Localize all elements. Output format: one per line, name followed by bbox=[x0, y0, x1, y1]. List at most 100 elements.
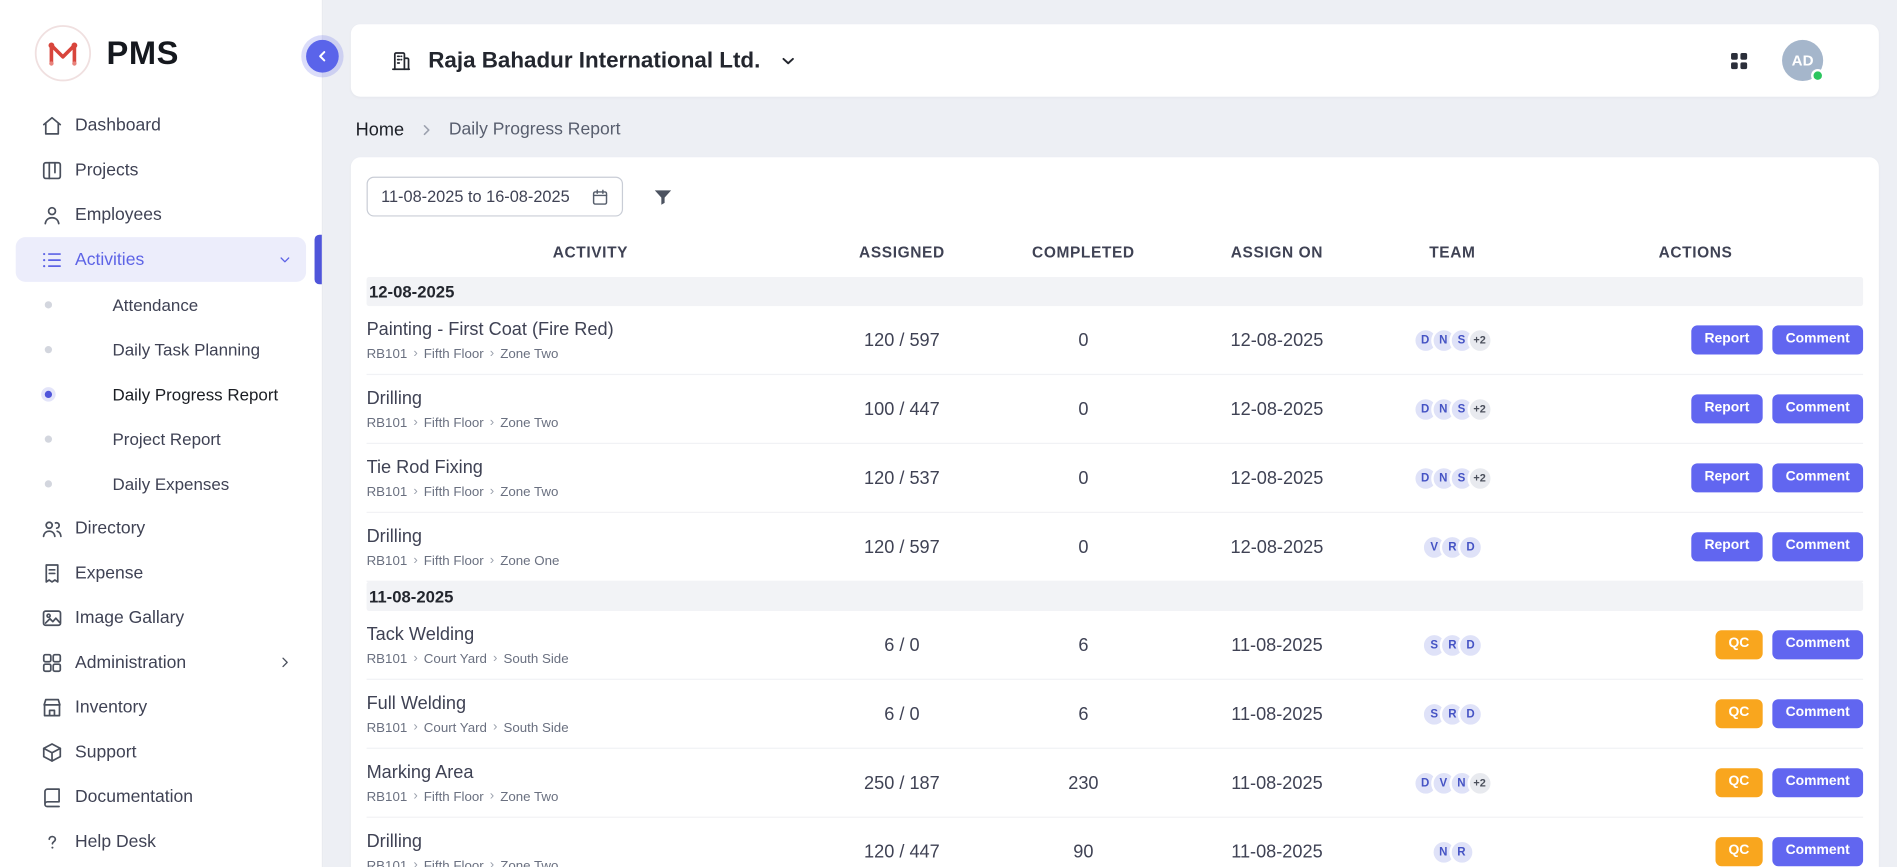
activity-row: Full WeldingRB101›Court Yard›South Side6… bbox=[367, 680, 1864, 749]
report-button[interactable]: Report bbox=[1691, 464, 1762, 492]
comment-button[interactable]: Comment bbox=[1772, 837, 1863, 865]
activity-cell: Tack WeldingRB101›Court Yard›South Side bbox=[367, 624, 815, 666]
employees-icon bbox=[40, 203, 64, 227]
sidebar-item-documentation[interactable]: Documentation bbox=[16, 774, 306, 819]
comment-button[interactable]: Comment bbox=[1772, 769, 1863, 797]
activity-cell: Marking Area RB101›Fifth Floor›Zone Two bbox=[367, 762, 815, 804]
administration-icon bbox=[40, 650, 64, 674]
date-group-row: 12-08-2025 bbox=[367, 277, 1864, 306]
comment-button[interactable]: Comment bbox=[1772, 631, 1863, 659]
assign-on-value: 12-08-2025 bbox=[1177, 330, 1377, 351]
qc-button[interactable]: QC bbox=[1715, 769, 1762, 797]
sidebar-item-expense[interactable]: Expense bbox=[16, 550, 306, 595]
sidebar-item-support[interactable]: Support bbox=[16, 730, 306, 775]
dashboard-icon bbox=[40, 113, 64, 137]
report-button[interactable]: Report bbox=[1691, 326, 1762, 354]
qc-button[interactable]: QC bbox=[1715, 700, 1762, 728]
location-segment: Zone Two bbox=[500, 485, 558, 500]
comment-button[interactable]: Comment bbox=[1772, 395, 1863, 423]
comment-button[interactable]: Comment bbox=[1772, 700, 1863, 728]
sidebar-item-administration[interactable]: Administration bbox=[16, 640, 306, 685]
company-selector[interactable]: Raja Bahadur International Ltd. bbox=[390, 47, 799, 74]
sidebar-item-directory[interactable]: Directory bbox=[16, 506, 306, 551]
sidebar-item-label: Expense bbox=[75, 563, 143, 582]
sidebar-item-activities[interactable]: Activities bbox=[16, 237, 306, 282]
activity-row: Marking Area RB101›Fifth Floor›Zone Two 25… bbox=[367, 749, 1864, 818]
qc-button[interactable]: QC bbox=[1715, 837, 1762, 865]
sidebar-subitem-attendance[interactable]: Attendance bbox=[0, 282, 322, 327]
completed-value: 0 bbox=[990, 399, 1178, 420]
filter-icon[interactable] bbox=[652, 186, 674, 208]
sidebar-nav: DashboardProjectsEmployeesActivitiesAtte… bbox=[0, 103, 322, 864]
sidebar-submenu: Attendance Daily Task Planning Daily Progr… bbox=[0, 282, 322, 506]
team-cell: DNS+2 bbox=[1377, 396, 1528, 421]
sidebar-subitem-daily-task-planning[interactable]: Daily Task Planning bbox=[0, 327, 322, 372]
qc-button[interactable]: QC bbox=[1715, 631, 1762, 659]
apps-grid-icon[interactable] bbox=[1728, 49, 1751, 72]
sidebar-subitem-daily-progress-report[interactable]: Daily Progress Report bbox=[0, 371, 322, 416]
activities-icon bbox=[40, 247, 64, 271]
location-segment: Fifth Floor bbox=[424, 553, 484, 568]
location-segment: South Side bbox=[503, 720, 568, 735]
sidebar-item-help-desk[interactable]: Help Desk bbox=[16, 819, 306, 864]
chevron-separator: › bbox=[490, 859, 494, 867]
activity-location: RB101›Fifth Floor›Zone Two bbox=[367, 416, 803, 431]
sidebar-subitem-label: Daily Task Planning bbox=[113, 339, 261, 358]
activities-table: ACTIVITYASSIGNEDCOMPLETEDASSIGN ONTEAMAC… bbox=[367, 226, 1864, 867]
sidebar-item-inventory[interactable]: Inventory bbox=[16, 685, 306, 730]
chevron-down-icon bbox=[276, 250, 294, 268]
team-member-avatar[interactable]: D bbox=[1458, 701, 1483, 726]
location-segment: RB101 bbox=[367, 553, 408, 568]
report-button[interactable]: Report bbox=[1691, 533, 1762, 561]
chevron-separator: › bbox=[490, 416, 494, 429]
bullet-icon bbox=[45, 435, 52, 442]
user-avatar[interactable]: AD bbox=[1782, 40, 1823, 81]
sidebar-item-label: Administration bbox=[75, 653, 186, 672]
team-cell: DNS+2 bbox=[1377, 465, 1528, 490]
comment-button[interactable]: Comment bbox=[1772, 533, 1863, 561]
inventory-icon bbox=[40, 695, 64, 719]
assigned-value: 6 / 0 bbox=[814, 635, 989, 656]
sidebar: PMS Dashboard Projects EmployeesActivities… bbox=[0, 0, 323, 867]
help-desk-icon bbox=[40, 829, 64, 853]
sidebar-item-projects[interactable]: Projects bbox=[16, 148, 306, 193]
sidebar-item-employees[interactable]: Employees bbox=[16, 192, 306, 237]
activity-location: RB101›Fifth Floor›Zone Two bbox=[367, 789, 803, 804]
sidebar-collapse-button[interactable] bbox=[306, 40, 339, 73]
team-overflow-badge[interactable]: +2 bbox=[1467, 770, 1492, 795]
bullet-icon bbox=[45, 480, 52, 487]
sidebar-item-image-gallary[interactable]: Image Gallary bbox=[16, 595, 306, 640]
assign-on-value: 11-08-2025 bbox=[1177, 841, 1377, 862]
report-button[interactable]: Report bbox=[1691, 395, 1762, 423]
sidebar-item-label: Projects bbox=[75, 160, 138, 179]
team-member-avatar[interactable]: D bbox=[1458, 534, 1483, 559]
actions-cell: QC Comment bbox=[1528, 700, 1863, 728]
comment-button[interactable]: Comment bbox=[1772, 326, 1863, 354]
column-header-team: TEAM bbox=[1377, 243, 1528, 261]
team-overflow-badge[interactable]: +2 bbox=[1467, 327, 1492, 352]
activity-row: DrillingRB101›Fifth Floor›Zone Two100 / … bbox=[367, 375, 1864, 444]
date-range-input[interactable]: 11-08-2025 to 16-08-2025 bbox=[367, 177, 623, 217]
assign-on-value: 11-08-2025 bbox=[1177, 703, 1377, 724]
team-member-avatar[interactable]: R bbox=[1449, 839, 1474, 864]
activity-name: Tie Rod Fixing bbox=[367, 457, 803, 478]
sidebar-item-dashboard[interactable]: Dashboard bbox=[16, 103, 306, 148]
activity-name: Marking Area bbox=[367, 762, 803, 783]
breadcrumb-home[interactable]: Home bbox=[356, 119, 404, 140]
sidebar-subitem-label: Attendance bbox=[113, 295, 199, 314]
app-name: PMS bbox=[106, 34, 179, 72]
completed-value: 6 bbox=[990, 703, 1178, 724]
completed-value: 230 bbox=[990, 772, 1178, 793]
actions-cell: QC Comment bbox=[1528, 631, 1863, 659]
location-segment: Fifth Floor bbox=[424, 485, 484, 500]
column-header-assign-on: ASSIGN ON bbox=[1177, 243, 1377, 261]
sidebar-subitem-daily-expenses[interactable]: Daily Expenses bbox=[0, 461, 322, 506]
assigned-value: 250 / 187 bbox=[814, 772, 989, 793]
comment-button[interactable]: Comment bbox=[1772, 464, 1863, 492]
team-overflow-badge[interactable]: +2 bbox=[1467, 465, 1492, 490]
team-overflow-badge[interactable]: +2 bbox=[1467, 396, 1492, 421]
location-segment: RB101 bbox=[367, 720, 408, 735]
chevron-separator: › bbox=[413, 416, 417, 429]
sidebar-subitem-project-report[interactable]: Project Report bbox=[0, 416, 322, 461]
team-member-avatar[interactable]: D bbox=[1458, 632, 1483, 657]
